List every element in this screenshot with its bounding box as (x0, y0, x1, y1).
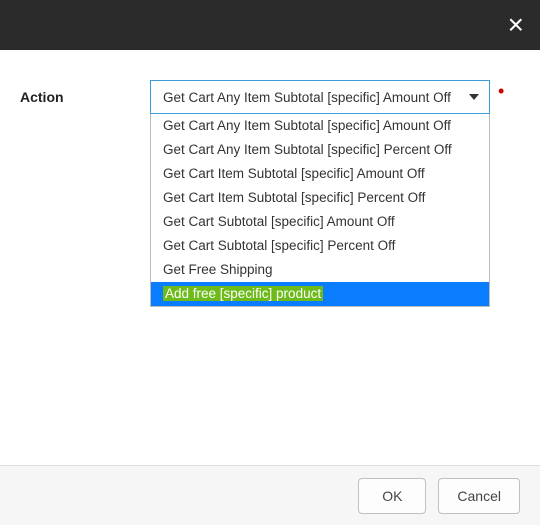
action-option[interactable]: Get Cart Item Subtotal [specific] Percen… (151, 186, 489, 210)
action-option[interactable]: Get Cart Subtotal [specific] Percent Off (151, 234, 489, 258)
action-option[interactable]: Get Cart Any Item Subtotal [specific] Pe… (151, 138, 489, 162)
close-icon[interactable]: × (502, 5, 530, 45)
modal-header: × (0, 0, 540, 50)
modal-footer: OK Cancel (0, 465, 540, 525)
chevron-down-icon (469, 94, 479, 100)
action-option[interactable]: Get Cart Subtotal [specific] Amount Off (151, 210, 489, 234)
action-option[interactable]: Get Free Shipping (151, 258, 489, 282)
modal-body: Action Get Cart Any Item Subtotal [speci… (0, 50, 540, 114)
ok-button[interactable]: OK (358, 478, 426, 514)
action-option[interactable]: Add free [specific] product (151, 282, 489, 306)
cancel-button[interactable]: Cancel (438, 478, 520, 514)
action-label: Action (20, 89, 150, 105)
action-row: Action Get Cart Any Item Subtotal [speci… (20, 80, 520, 114)
action-option[interactable]: Get Cart Item Subtotal [specific] Amount… (151, 162, 489, 186)
required-indicator: • (498, 81, 504, 102)
action-option[interactable]: Get Cart Any Item Subtotal [specific] Am… (151, 114, 489, 138)
action-select-value: Get Cart Any Item Subtotal [specific] Am… (163, 90, 451, 105)
action-select[interactable]: Get Cart Any Item Subtotal [specific] Am… (150, 80, 490, 114)
action-dropdown: Get Cart Any Item Subtotal [specific] Am… (150, 114, 490, 307)
action-select-wrap: Get Cart Any Item Subtotal [specific] Am… (150, 80, 490, 114)
